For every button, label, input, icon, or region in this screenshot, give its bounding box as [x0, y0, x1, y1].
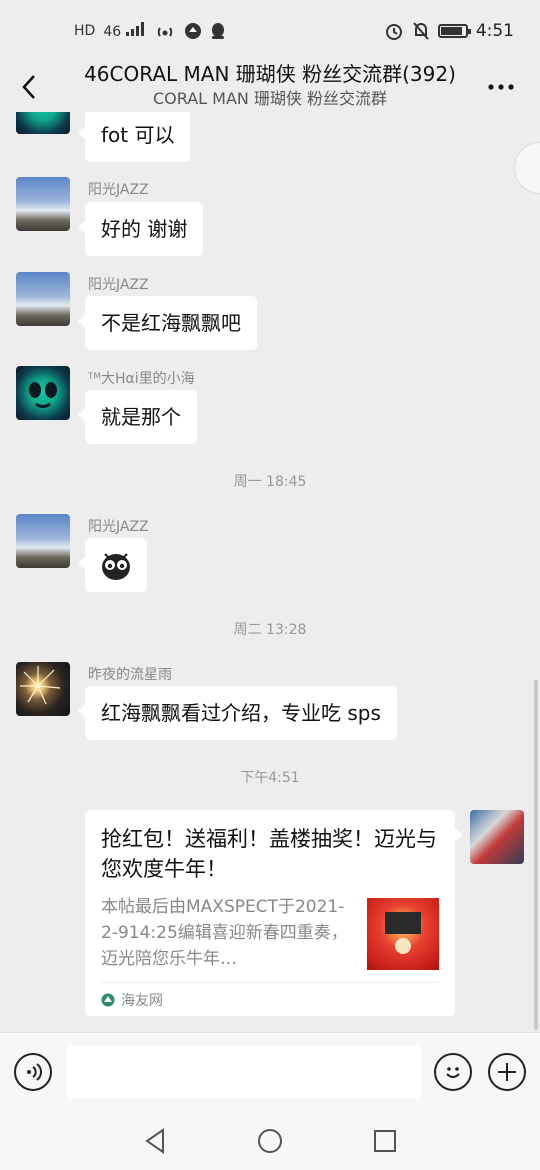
message-bubble[interactable]: 红海飘飘看过介绍，专业吃 sps — [78, 686, 397, 740]
system-nav-bar — [0, 1112, 540, 1170]
timestamp: 下午4:51 — [240, 770, 300, 786]
floating-handle[interactable] — [514, 142, 540, 194]
voice-icon — [27, 1063, 42, 1081]
sender-name: 阳光JAZZ — [88, 519, 149, 535]
sparkler-icon — [20, 666, 61, 705]
message-bubble[interactable]: 就是那个 — [78, 390, 197, 444]
signal-bars-icon — [125, 22, 144, 36]
voice-button[interactable] — [14, 1053, 52, 1091]
scrollbar[interactable] — [534, 680, 538, 1030]
card-thumbnail — [367, 898, 439, 970]
square-recents-icon — [374, 1130, 396, 1152]
message-list[interactable]: fot 可以 阳光JAZZ 好的 谢谢 阳光JAZZ 不是红海飘飘吧 ᵀᴹ大Hα… — [0, 112, 540, 1032]
clock: 4:51 — [475, 21, 514, 41]
nav-recents-button[interactable] — [370, 1126, 400, 1156]
card-description: 本帖最后由MAXSPECT于2021-2-914:25编辑喜迎新春四重奏，迈光陪… — [101, 897, 348, 969]
avatar[interactable] — [16, 112, 70, 134]
alien-face-icon — [29, 382, 57, 408]
card-body: 本帖最后由MAXSPECT于2021-2-914:25编辑喜迎新春四重奏，迈光陪… — [101, 894, 439, 972]
network-label: 46 — [103, 24, 122, 40]
mute-bell-icon — [413, 22, 429, 40]
chevron-left-icon — [22, 75, 35, 99]
alarm-icon — [385, 24, 402, 40]
source-logo-icon — [101, 993, 115, 1006]
chat-header: 46CORAL MAN 珊瑚侠 粉丝交流群(392) CORAL MAN 珊瑚侠… — [0, 62, 540, 112]
signal-icon: 46 — [103, 22, 145, 40]
card-title: 抢红包！送福利！盖楼抽奖！迈光与您欢度牛年！ — [101, 827, 437, 881]
input-bar — [0, 1032, 540, 1112]
chat-title: 46CORAL MAN 珊瑚侠 粉丝交流群(392) — [84, 62, 456, 86]
avatar[interactable] — [16, 366, 70, 420]
sender-name: ᵀᴹ大Hαⅰ里的小海 — [88, 371, 195, 387]
avatar[interactable] — [16, 514, 70, 568]
battery-icon — [437, 24, 471, 38]
header-titles: 46CORAL MAN 珊瑚侠 粉丝交流群(392) CORAL MAN 珊瑚侠… — [60, 62, 480, 109]
more-options-button[interactable] — [486, 76, 516, 98]
link-card[interactable]: 抢红包！送福利！盖楼抽奖！迈光与您欢度牛年！ 本帖最后由MAXSPECT于202… — [85, 810, 463, 1016]
sender-name: 阳光JAZZ — [88, 277, 149, 293]
card-source: 海友网 — [121, 992, 163, 1009]
back-button[interactable] — [14, 72, 44, 102]
sender-name: 阳光JAZZ — [88, 182, 149, 198]
qq-icon — [211, 23, 224, 39]
owl-emoji-icon — [102, 553, 130, 580]
message-bubble[interactable]: 不是红海飘飘吧 — [78, 296, 257, 350]
avatar[interactable] — [16, 272, 70, 326]
nav-back-button[interactable] — [140, 1126, 170, 1156]
triangle-back-icon — [145, 1128, 164, 1154]
status-left: HD 46 — [74, 22, 226, 40]
message-input[interactable] — [66, 1045, 422, 1099]
app-icon — [184, 23, 201, 39]
status-bar: HD 46 4:51 — [0, 0, 540, 62]
my-avatar[interactable] — [470, 810, 524, 864]
timestamp: 周二 13:28 — [233, 622, 307, 638]
more-dots-icon — [488, 84, 514, 90]
emoji-button[interactable] — [434, 1053, 472, 1091]
more-actions-button[interactable] — [488, 1053, 526, 1091]
nav-home-button[interactable] — [255, 1126, 285, 1156]
timestamp: 周一 18:45 — [233, 474, 307, 490]
plus-icon — [498, 1063, 516, 1081]
chat-subtitle: CORAL MAN 珊瑚侠 粉丝交流群 — [152, 89, 388, 108]
hotspot-icon — [157, 27, 172, 37]
sender-name: 昨夜的流星雨 — [88, 667, 172, 683]
avatar[interactable] — [16, 177, 70, 231]
avatar[interactable] — [16, 662, 70, 716]
message-bubble[interactable]: 好的 谢谢 — [77, 202, 204, 256]
card-footer: 海友网 — [101, 982, 439, 1016]
smiley-icon — [446, 1067, 460, 1078]
circle-home-icon — [258, 1129, 282, 1153]
status-right: 4:51 — [384, 21, 514, 41]
sticker-bubble[interactable] — [78, 538, 147, 592]
hd-icon: HD — [74, 23, 96, 39]
message-bubble[interactable]: fot 可以 — [77, 112, 191, 162]
